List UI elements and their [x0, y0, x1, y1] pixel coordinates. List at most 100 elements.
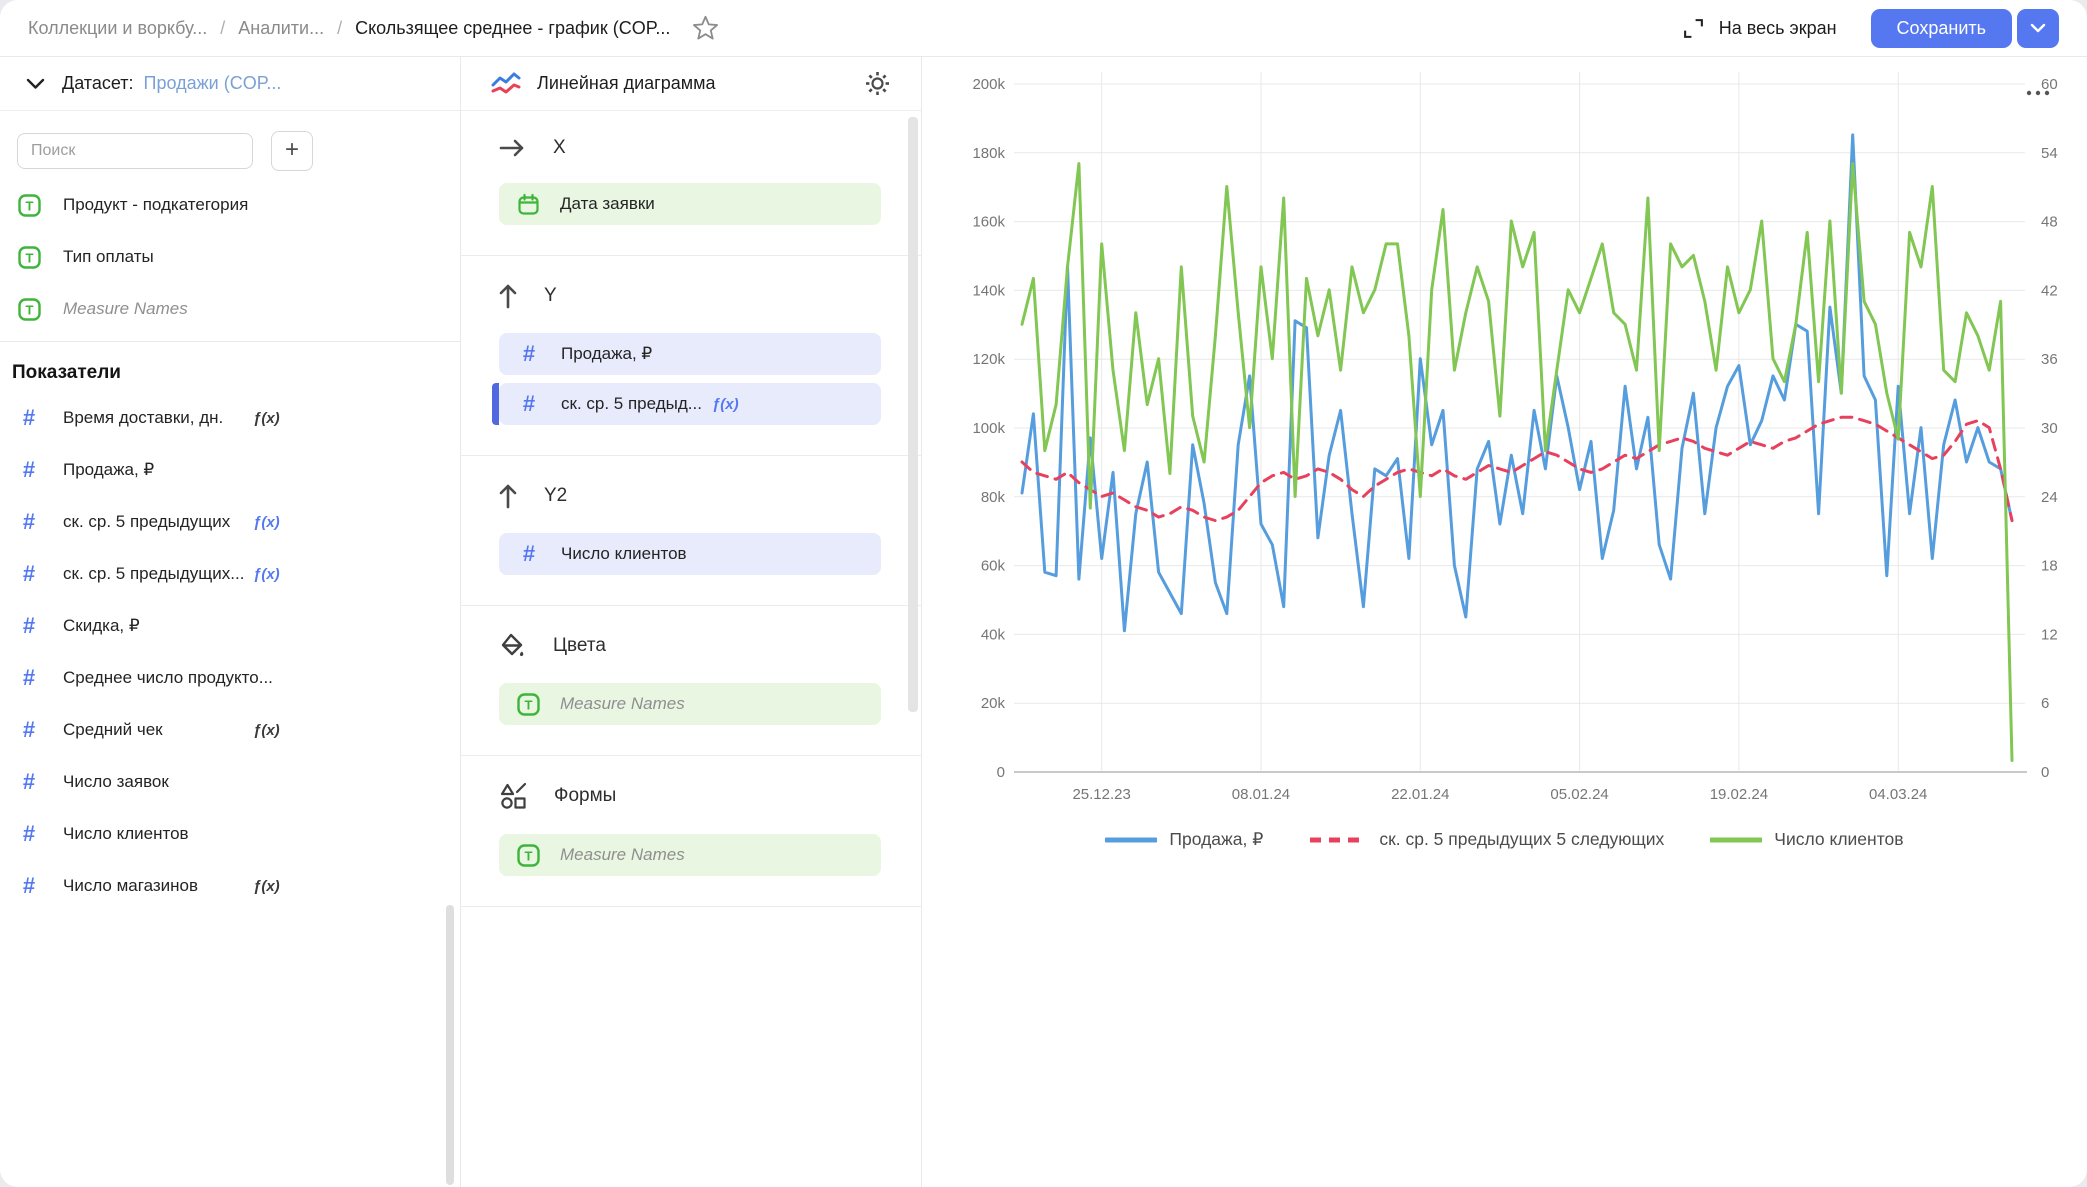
- svg-text:30: 30: [2041, 420, 2058, 437]
- string-field-icon: T: [17, 246, 41, 269]
- measure-row[interactable]: # Средний чек ƒ(x): [0, 704, 460, 756]
- y-section: Y # Продажа, ₽ # ск. ср. 5 предыд... ƒ(x…: [461, 256, 921, 456]
- svg-text:36: 36: [2041, 351, 2058, 368]
- number-field-icon: #: [517, 543, 541, 565]
- measure-label: Число заявок: [63, 772, 169, 792]
- string-field-icon: T: [17, 194, 41, 217]
- string-field-icon: T: [17, 298, 41, 321]
- svg-text:60: 60: [2041, 76, 2058, 93]
- x-field-pill[interactable]: Дата заявки: [499, 183, 881, 225]
- shapes-icon: [499, 782, 527, 810]
- svg-text:0: 0: [997, 764, 1005, 781]
- number-field-icon: #: [17, 667, 41, 689]
- arrow-up-icon: [499, 482, 517, 509]
- measure-label: ск. ср. 5 предыдущих: [63, 512, 253, 532]
- fullscreen-label: На весь экран: [1719, 18, 1837, 39]
- dimension-row-measure-names[interactable]: T Measure Names: [0, 283, 460, 335]
- panel-scrollbar[interactable]: [908, 117, 918, 712]
- legend-item-clients[interactable]: Число клиентов: [1710, 829, 1903, 850]
- save-button[interactable]: Сохранить: [1871, 9, 2012, 48]
- chart-legend: Продажа, ₽ ск. ср. 5 предыдущих 5 следую…: [922, 829, 2087, 850]
- fullscreen-button[interactable]: На весь экран: [1682, 17, 1837, 40]
- field-search-input[interactable]: [17, 133, 253, 169]
- svg-text:19.02.24: 19.02.24: [1710, 786, 1768, 803]
- colors-field-label: Measure Names: [560, 694, 685, 714]
- line-chart[interactable]: 25.12.2308.01.2422.01.2405.02.2419.02.24…: [922, 57, 2087, 817]
- arrow-right-icon: [499, 139, 526, 157]
- add-field-button[interactable]: +: [271, 131, 313, 171]
- legend-swatch: [1710, 836, 1762, 844]
- dimension-row[interactable]: T Продукт - подкатегория: [0, 179, 460, 231]
- gear-icon[interactable]: [864, 70, 891, 97]
- svg-text:18: 18: [2041, 558, 2058, 575]
- shapes-section-label: Формы: [554, 785, 616, 807]
- collapse-chevron-icon[interactable]: [26, 78, 45, 90]
- svg-text:25.12.23: 25.12.23: [1072, 786, 1130, 803]
- legend-swatch: [1105, 836, 1157, 844]
- svg-text:08.01.24: 08.01.24: [1232, 786, 1290, 803]
- colors-field-pill[interactable]: T Measure Names: [499, 683, 881, 725]
- number-field-icon: #: [517, 343, 541, 365]
- dataset-header: Датасет: Продажи (COP...: [0, 57, 460, 111]
- y2-section: Y2 # Число клиентов: [461, 456, 921, 606]
- dataset-name-link[interactable]: Продажи (COP...: [144, 73, 282, 94]
- number-field-icon: #: [17, 771, 41, 793]
- y2-field-label: Число клиентов: [561, 544, 687, 564]
- measure-row[interactable]: # Число клиентов: [0, 808, 460, 860]
- svg-text:180k: 180k: [972, 145, 1005, 162]
- chart-config-panel: Линейная диаграмма: [461, 57, 922, 1187]
- breadcrumb-analytics[interactable]: Аналити...: [238, 18, 324, 39]
- svg-text:120k: 120k: [972, 351, 1005, 368]
- svg-text:04.03.24: 04.03.24: [1869, 786, 1927, 803]
- number-field-icon: #: [17, 823, 41, 845]
- breadcrumb-collections[interactable]: Коллекции и воркбу...: [28, 18, 207, 39]
- sidebar-scrollbar[interactable]: [446, 905, 454, 1185]
- formula-icon: ƒ(x): [253, 722, 280, 739]
- series-right: [1022, 164, 2012, 761]
- save-dropdown-button[interactable]: [2017, 9, 2059, 48]
- favorite-star-icon[interactable]: [692, 15, 719, 41]
- legend-label: Число клиентов: [1774, 829, 1903, 850]
- svg-text:48: 48: [2041, 214, 2058, 231]
- legend-item-sales[interactable]: Продажа, ₽: [1105, 829, 1263, 850]
- measure-row[interactable]: # Число заявок: [0, 756, 460, 808]
- svg-text:T: T: [25, 198, 33, 213]
- y-field-pill-selected[interactable]: # ск. ср. 5 предыд... ƒ(x): [499, 383, 881, 425]
- number-field-icon: #: [17, 875, 41, 897]
- legend-item-moving-average[interactable]: ск. ср. 5 предыдущих 5 следующих: [1309, 829, 1664, 850]
- measure-label: ск. ср. 5 предыдущих...: [63, 564, 253, 584]
- svg-text:40k: 40k: [981, 626, 1006, 643]
- chart-area: 25.12.2308.01.2422.01.2405.02.2419.02.24…: [922, 57, 2087, 1187]
- colors-section: Цвета T Measure Names: [461, 606, 921, 756]
- measure-row[interactable]: # Продажа, ₽: [0, 444, 460, 496]
- y2-field-pill[interactable]: # Число клиентов: [499, 533, 881, 575]
- svg-text:T: T: [525, 697, 533, 712]
- line-chart-icon: [491, 72, 522, 96]
- formula-icon: ƒ(x): [253, 514, 280, 531]
- measure-row[interactable]: # Скидка, ₽: [0, 600, 460, 652]
- formula-icon: ƒ(x): [712, 396, 739, 413]
- measure-row[interactable]: # Среднее число продукто...: [0, 652, 460, 704]
- y-field-pill[interactable]: # Продажа, ₽: [499, 333, 881, 375]
- number-field-icon: #: [17, 407, 41, 429]
- measure-row[interactable]: # ск. ср. 5 предыдущих... ƒ(x): [0, 548, 460, 600]
- number-field-icon: #: [17, 459, 41, 481]
- measure-label: Средний чек: [63, 720, 253, 740]
- shapes-field-pill[interactable]: T Measure Names: [499, 834, 881, 876]
- shapes-field-label: Measure Names: [560, 845, 685, 865]
- formula-icon: ƒ(x): [253, 878, 280, 895]
- formula-icon: ƒ(x): [253, 410, 280, 427]
- measure-row[interactable]: # Время доставки, дн. ƒ(x): [0, 392, 460, 444]
- breadcrumb: Коллекции и воркбу... / Аналити... / Ско…: [28, 18, 670, 39]
- legend-label: ск. ср. 5 предыдущих 5 следующих: [1379, 829, 1664, 850]
- measure-row[interactable]: # Число магазинов ƒ(x): [0, 860, 460, 912]
- calendar-icon: [517, 193, 540, 216]
- dimension-row[interactable]: T Тип оплаты: [0, 231, 460, 283]
- chart-type-label[interactable]: Линейная диаграмма: [537, 73, 716, 94]
- legend-swatch: [1309, 836, 1367, 844]
- measure-row[interactable]: # ск. ср. 5 предыдущих ƒ(x): [0, 496, 460, 548]
- more-options-icon: [2045, 91, 2049, 95]
- app-window: Коллекции и воркбу... / Аналити... / Ско…: [0, 0, 2087, 1187]
- svg-text:24: 24: [2041, 489, 2058, 506]
- svg-text:54: 54: [2041, 145, 2058, 162]
